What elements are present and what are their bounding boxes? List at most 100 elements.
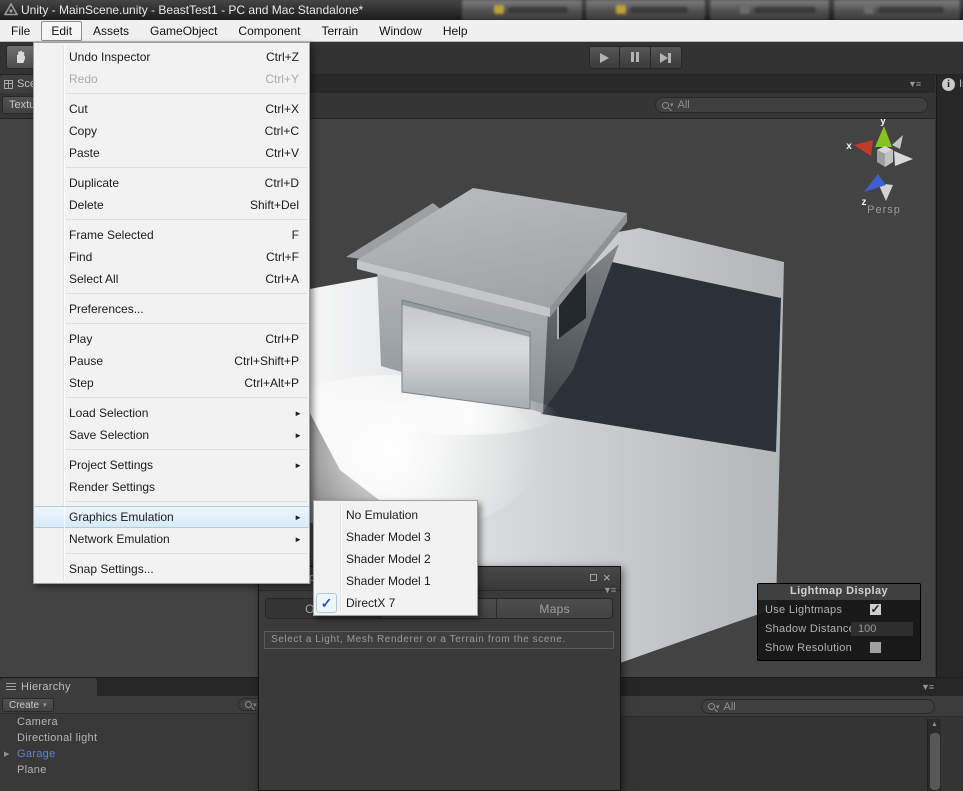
hierarchy-item-garage[interactable]: ▶ Garage	[0, 746, 258, 762]
menu-item-load-selection[interactable]: Load Selection►	[34, 402, 309, 424]
menu-separator	[34, 320, 309, 328]
hierarchy-item-directional-light[interactable]: Directional light	[0, 730, 258, 746]
shadow-distance-field[interactable]: 100	[851, 622, 913, 636]
title-bar[interactable]: Unity - MainScene.unity - BeastTest1 - P…	[0, 0, 963, 20]
menu-item-paste[interactable]: PasteCtrl+V	[34, 142, 309, 164]
hierarchy-panel: Hierarchy Create ▾ ▾ Camera Directional …	[0, 677, 258, 791]
menu-separator	[34, 164, 309, 172]
menu-item-pause[interactable]: PauseCtrl+Shift+P	[34, 350, 309, 372]
menu-item-play[interactable]: PlayCtrl+P	[34, 328, 309, 350]
submenu-item-no-emulation[interactable]: No Emulation	[314, 504, 477, 526]
use-lightmaps-checkbox[interactable]: ✓	[869, 603, 882, 616]
menu-item-preferences[interactable]: Preferences...	[34, 298, 309, 320]
project-pane-menu-icon[interactable]: ▼≡	[921, 682, 933, 692]
menu-gameobject[interactable]: GameObject	[140, 21, 227, 41]
menu-item-undo-inspector[interactable]: Undo InspectorCtrl+Z	[34, 46, 309, 68]
play-icon	[600, 53, 609, 63]
menu-separator	[34, 498, 309, 506]
menu-bar: File Edit Assets GameObject Component Te…	[0, 20, 963, 42]
submenu-item-shader-model-3[interactable]: Shader Model 3	[314, 526, 477, 548]
lightmap-display-title: Lightmap Display	[758, 584, 920, 600]
menu-item-step[interactable]: StepCtrl+Alt+P	[34, 372, 309, 394]
menu-separator	[34, 216, 309, 224]
menu-terrain[interactable]: Terrain	[311, 21, 368, 41]
menu-item-graphics-emulation[interactable]: Graphics Emulation►	[34, 506, 309, 528]
hierarchy-item-plane[interactable]: Plane	[0, 762, 258, 778]
svg-text:y: y	[880, 119, 886, 127]
submenu-arrow-icon: ►	[294, 409, 302, 418]
scrollbar[interactable]: ▲	[927, 719, 941, 791]
lightmap-display-panel: Lightmap Display Use Lightmaps ✓ Shadow …	[757, 583, 921, 661]
lightmapping-pane-menu-icon[interactable]: ▼≡	[603, 585, 615, 595]
submenu-item-directx-7[interactable]: ✓ DirectX 7	[314, 592, 477, 614]
menu-item-duplicate[interactable]: DuplicateCtrl+D	[34, 172, 309, 194]
hand-tool-button[interactable]	[6, 45, 35, 69]
step-icon	[660, 53, 672, 63]
project-search-input[interactable]: ▾ All	[701, 699, 935, 714]
search-icon	[662, 102, 669, 109]
hierarchy-search-input[interactable]: ▾	[238, 698, 258, 711]
menu-help[interactable]: Help	[433, 21, 478, 41]
submenu-arrow-icon: ►	[294, 535, 302, 544]
submenu-item-shader-model-2[interactable]: Shader Model 2	[314, 548, 477, 570]
pause-icon	[630, 49, 640, 67]
step-button[interactable]	[651, 46, 682, 69]
expand-arrow-icon[interactable]: ▶	[4, 750, 10, 758]
maximize-icon[interactable]	[590, 574, 597, 581]
inspector-edge-panel: i In	[936, 75, 963, 677]
menu-item-save-selection[interactable]: Save Selection►	[34, 424, 309, 446]
play-button[interactable]	[589, 46, 620, 69]
menu-item-network-emulation[interactable]: Network Emulation►	[34, 528, 309, 550]
search-icon	[708, 703, 715, 710]
menu-item-select-all[interactable]: Select AllCtrl+A	[34, 268, 309, 290]
menu-item-frame-selected[interactable]: Frame SelectedF	[34, 224, 309, 246]
menu-item-copy[interactable]: CopyCtrl+C	[34, 120, 309, 142]
menu-item-snap-settings[interactable]: Snap Settings...	[34, 558, 309, 580]
menu-component[interactable]: Component	[228, 21, 310, 41]
tab-hierarchy[interactable]: Hierarchy	[0, 678, 97, 696]
menu-file[interactable]: File	[1, 21, 40, 41]
hierarchy-item-camera[interactable]: Camera	[0, 714, 258, 730]
scroll-up-icon[interactable]: ▲	[931, 721, 938, 728]
project-search-label: All	[724, 701, 736, 713]
menu-window[interactable]: Window	[369, 21, 432, 41]
menu-item-redo[interactable]: RedoCtrl+Y	[34, 68, 309, 90]
menu-item-project-settings[interactable]: Project Settings►	[34, 454, 309, 476]
graphics-emulation-submenu: No Emulation Shader Model 3 Shader Model…	[313, 500, 478, 616]
inspector-tab-clipped[interactable]: In	[959, 78, 963, 90]
menu-separator	[34, 550, 309, 558]
scene-pane-menu-icon[interactable]: ▼≡	[908, 79, 920, 89]
hand-icon	[14, 50, 27, 64]
scrollbar-thumb[interactable]	[930, 733, 940, 790]
show-resolution-checkbox[interactable]	[869, 641, 882, 654]
info-icon: i	[942, 78, 955, 91]
svg-text:z: z	[862, 197, 867, 208]
submenu-arrow-icon: ►	[294, 431, 302, 440]
tab-maps[interactable]: Maps	[496, 599, 612, 618]
edit-menu: Undo InspectorCtrl+Z RedoCtrl+Y CutCtrl+…	[33, 42, 310, 584]
create-button[interactable]: Create ▾	[2, 698, 54, 712]
menu-item-cut[interactable]: CutCtrl+X	[34, 98, 309, 120]
submenu-item-shader-model-1[interactable]: Shader Model 1	[314, 570, 477, 592]
window-title: Unity - MainScene.unity - BeastTest1 - P…	[21, 3, 363, 17]
menu-separator	[34, 290, 309, 298]
menu-separator	[34, 90, 309, 98]
check-icon: ✓	[316, 593, 337, 613]
pause-button[interactable]	[620, 46, 651, 69]
menu-edit[interactable]: Edit	[41, 21, 82, 41]
menu-assets[interactable]: Assets	[83, 21, 139, 41]
background-windows	[460, 0, 963, 20]
unity-logo-icon	[4, 3, 18, 17]
menu-item-render-settings[interactable]: Render Settings	[34, 476, 309, 498]
svg-text:x: x	[846, 141, 852, 152]
menu-separator	[34, 394, 309, 402]
menu-separator	[34, 446, 309, 454]
lightmapping-message: Select a Light, Mesh Renderer or a Terra…	[264, 631, 614, 649]
show-resolution-label: Show Resolution	[765, 642, 852, 654]
shadow-distance-label: Shadow Distance	[765, 623, 855, 635]
close-icon[interactable]: ×	[603, 573, 611, 583]
use-lightmaps-label: Use Lightmaps	[765, 604, 842, 616]
menu-item-find[interactable]: FindCtrl+F	[34, 246, 309, 268]
scene-search-input[interactable]: ▾ All	[655, 97, 928, 113]
menu-item-delete[interactable]: DeleteShift+Del	[34, 194, 309, 216]
